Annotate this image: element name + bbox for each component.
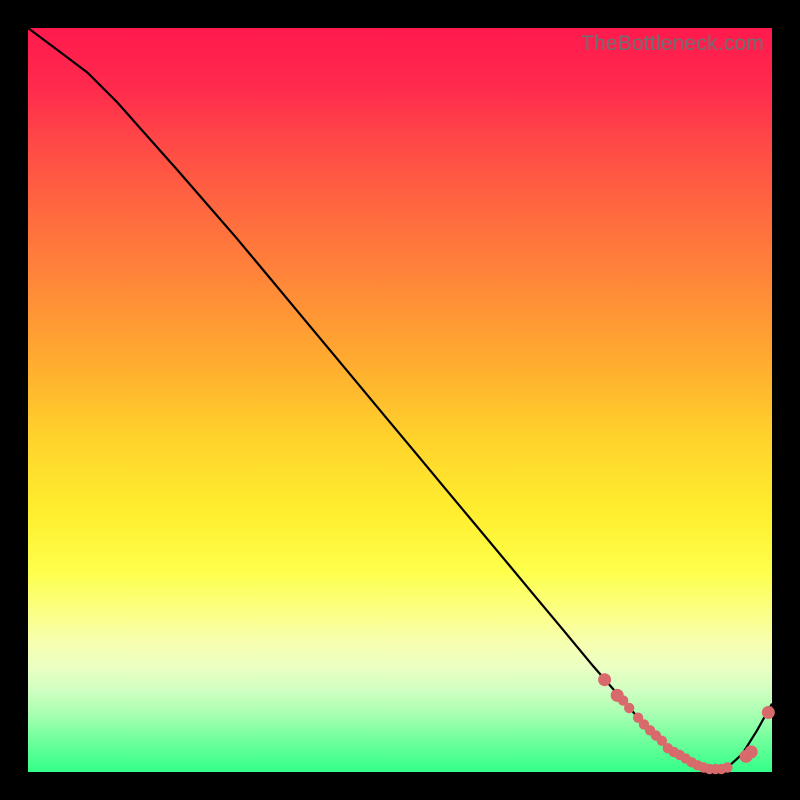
marker-dot bbox=[624, 703, 634, 713]
marker-dot bbox=[745, 745, 758, 758]
chart-area: TheBottleneck.com bbox=[28, 28, 772, 772]
marker-dot bbox=[722, 762, 732, 772]
marker-dot bbox=[598, 673, 611, 686]
marker-dot bbox=[762, 706, 775, 719]
series-markers bbox=[598, 673, 775, 774]
chart-svg bbox=[28, 28, 772, 772]
bottleneck-curve bbox=[28, 28, 772, 769]
